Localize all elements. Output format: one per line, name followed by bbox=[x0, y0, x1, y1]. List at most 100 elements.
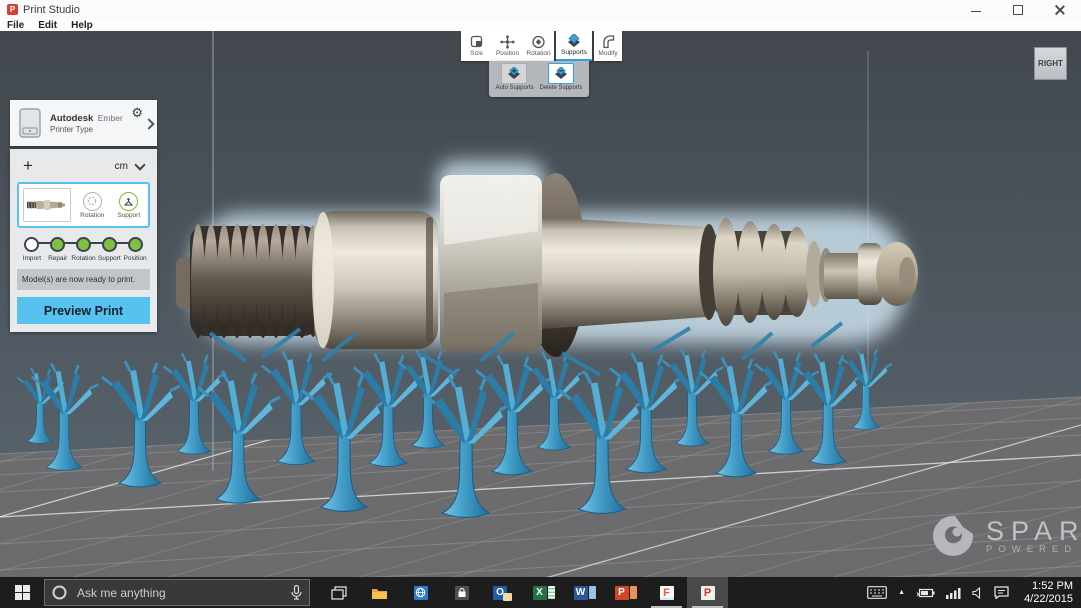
outlook-button[interactable]: O bbox=[482, 577, 523, 608]
powerpoint-button[interactable]: P bbox=[605, 577, 646, 608]
tray-time: 1:52 PM bbox=[1024, 580, 1073, 593]
add-model-button[interactable]: + bbox=[17, 157, 39, 175]
edge-browser-button[interactable] bbox=[400, 577, 441, 608]
outlook-envelope bbox=[503, 593, 512, 601]
spark-powered-logo: SPARK POWERED bbox=[930, 513, 1081, 559]
units-value: cm bbox=[115, 161, 128, 172]
modify-icon bbox=[601, 35, 616, 49]
touch-keyboard-icon[interactable] bbox=[867, 586, 887, 599]
show-hidden-icons-caret[interactable]: ▲ bbox=[898, 589, 905, 596]
word-page bbox=[589, 586, 596, 599]
viewport-3d[interactable]: Size Position Rotation bbox=[0, 31, 1081, 577]
units-dropdown[interactable]: cm bbox=[115, 161, 150, 172]
delete-supports-button[interactable]: Delete Supports bbox=[540, 63, 583, 91]
minimize-icon bbox=[971, 11, 981, 12]
modify-button[interactable]: Modify bbox=[594, 31, 622, 61]
edge-icon bbox=[414, 586, 428, 600]
title-bar: P Print Studio bbox=[0, 0, 1081, 20]
model-support-icon bbox=[119, 192, 138, 211]
step-rotation[interactable]: Rotation bbox=[71, 237, 97, 262]
battery-charging-icon[interactable] bbox=[916, 587, 935, 599]
task-view-button[interactable] bbox=[318, 577, 359, 608]
printer-card[interactable]: Autodesk Ember Printer Type ⚙ bbox=[10, 100, 157, 146]
volume-icon[interactable] bbox=[972, 587, 983, 599]
view-cube[interactable]: RIGHT bbox=[1034, 47, 1067, 80]
rotation-button[interactable]: Rotation bbox=[523, 31, 554, 61]
action-center-icon[interactable] bbox=[994, 586, 1009, 599]
delete-supports-icon bbox=[553, 67, 569, 80]
close-button[interactable] bbox=[1039, 0, 1081, 19]
model-list-item[interactable]: Rotation Support bbox=[17, 182, 150, 228]
viewport-3d-scene bbox=[0, 31, 1081, 577]
step-repair-dot bbox=[50, 237, 65, 252]
supports-button[interactable]: Supports bbox=[556, 31, 592, 61]
minimize-button[interactable] bbox=[955, 0, 997, 19]
word-icon: W bbox=[574, 586, 588, 600]
printer-expand-chevron-icon[interactable] bbox=[143, 118, 154, 129]
model-tools-card: + cm bbox=[10, 149, 157, 332]
auto-supports-icon bbox=[506, 67, 522, 80]
system-tray: ▲ 1:52 PM 4/22/2015 bbox=[867, 580, 1081, 606]
print-studio-icon: P bbox=[701, 586, 715, 600]
step-import[interactable]: Import bbox=[19, 237, 45, 262]
maximize-button[interactable] bbox=[997, 0, 1039, 19]
model-thumbnail[interactable] bbox=[23, 188, 71, 222]
printer-icon bbox=[18, 107, 42, 139]
position-icon bbox=[500, 35, 515, 49]
network-signal-icon[interactable] bbox=[946, 587, 961, 599]
tray-date: 4/22/2015 bbox=[1024, 593, 1073, 606]
tray-clock[interactable]: 1:52 PM 4/22/2015 bbox=[1024, 580, 1073, 606]
spark-name: SPARK bbox=[986, 518, 1081, 544]
step-rotation-dot bbox=[76, 237, 91, 252]
size-icon bbox=[469, 35, 484, 49]
menu-edit[interactable]: Edit bbox=[38, 20, 57, 31]
start-button[interactable] bbox=[0, 577, 44, 608]
rotation-icon bbox=[531, 35, 546, 49]
print-setup-panel: Autodesk Ember Printer Type ⚙ + cm bbox=[10, 100, 157, 332]
microphone-icon[interactable] bbox=[291, 585, 302, 600]
print-studio-app-button[interactable]: P bbox=[687, 577, 728, 608]
insulator-rib-section bbox=[713, 218, 810, 326]
cortana-icon bbox=[52, 585, 67, 600]
hex-nut-section bbox=[440, 175, 542, 351]
menu-bar: File Edit Help bbox=[0, 19, 1081, 31]
windows-taskbar: O X W P F P bbox=[0, 577, 1081, 608]
taskbar-apps: O X W P F P bbox=[318, 577, 728, 608]
printer-settings-gear-icon[interactable]: ⚙ bbox=[131, 107, 143, 119]
excel-button[interactable]: X bbox=[523, 577, 564, 608]
step-support[interactable]: Support bbox=[96, 237, 122, 262]
cortana-search-box[interactable] bbox=[44, 579, 310, 606]
model-thumbnail-image bbox=[27, 199, 67, 211]
file-explorer-icon bbox=[371, 586, 388, 600]
auto-supports-button[interactable]: Auto Supports bbox=[495, 63, 533, 91]
step-support-dot bbox=[102, 237, 117, 252]
powerpoint-icon: P bbox=[615, 586, 629, 600]
task-view-icon bbox=[331, 586, 347, 600]
printer-model: Ember bbox=[98, 113, 123, 123]
printer-type-label: Printer Type bbox=[50, 124, 123, 135]
spark-swirl-icon bbox=[930, 513, 976, 559]
window-title: Print Studio bbox=[23, 4, 80, 16]
workflow-steps: Import Repair Rotation Support bbox=[17, 237, 150, 262]
excel-icon: X bbox=[533, 586, 547, 600]
search-input[interactable] bbox=[75, 585, 283, 601]
print-studio-window: P Print Studio File Edit Help bbox=[0, 0, 1081, 608]
position-button[interactable]: Position bbox=[492, 31, 523, 61]
store-button[interactable] bbox=[441, 577, 482, 608]
file-explorer-button[interactable] bbox=[359, 577, 400, 608]
step-repair[interactable]: Repair bbox=[45, 237, 71, 262]
word-button[interactable]: W bbox=[564, 577, 605, 608]
menu-help[interactable]: Help bbox=[71, 20, 93, 31]
size-button[interactable]: Size bbox=[461, 31, 492, 61]
step-position[interactable]: Position bbox=[122, 237, 148, 262]
main-toolbar: Size Position Rotation bbox=[461, 31, 622, 61]
model-rotation-button[interactable]: Rotation bbox=[77, 192, 108, 219]
supports-icon bbox=[566, 34, 582, 48]
fusion-app-button[interactable]: F bbox=[646, 577, 687, 608]
units-chevron-down-icon bbox=[134, 159, 145, 170]
preview-print-button[interactable]: Preview Print bbox=[17, 297, 150, 324]
store-icon bbox=[455, 586, 469, 600]
menu-file[interactable]: File bbox=[7, 20, 24, 31]
supports-subtoolbar: Auto Supports Delete Supports bbox=[489, 61, 589, 97]
model-support-button[interactable]: Support bbox=[114, 192, 145, 219]
